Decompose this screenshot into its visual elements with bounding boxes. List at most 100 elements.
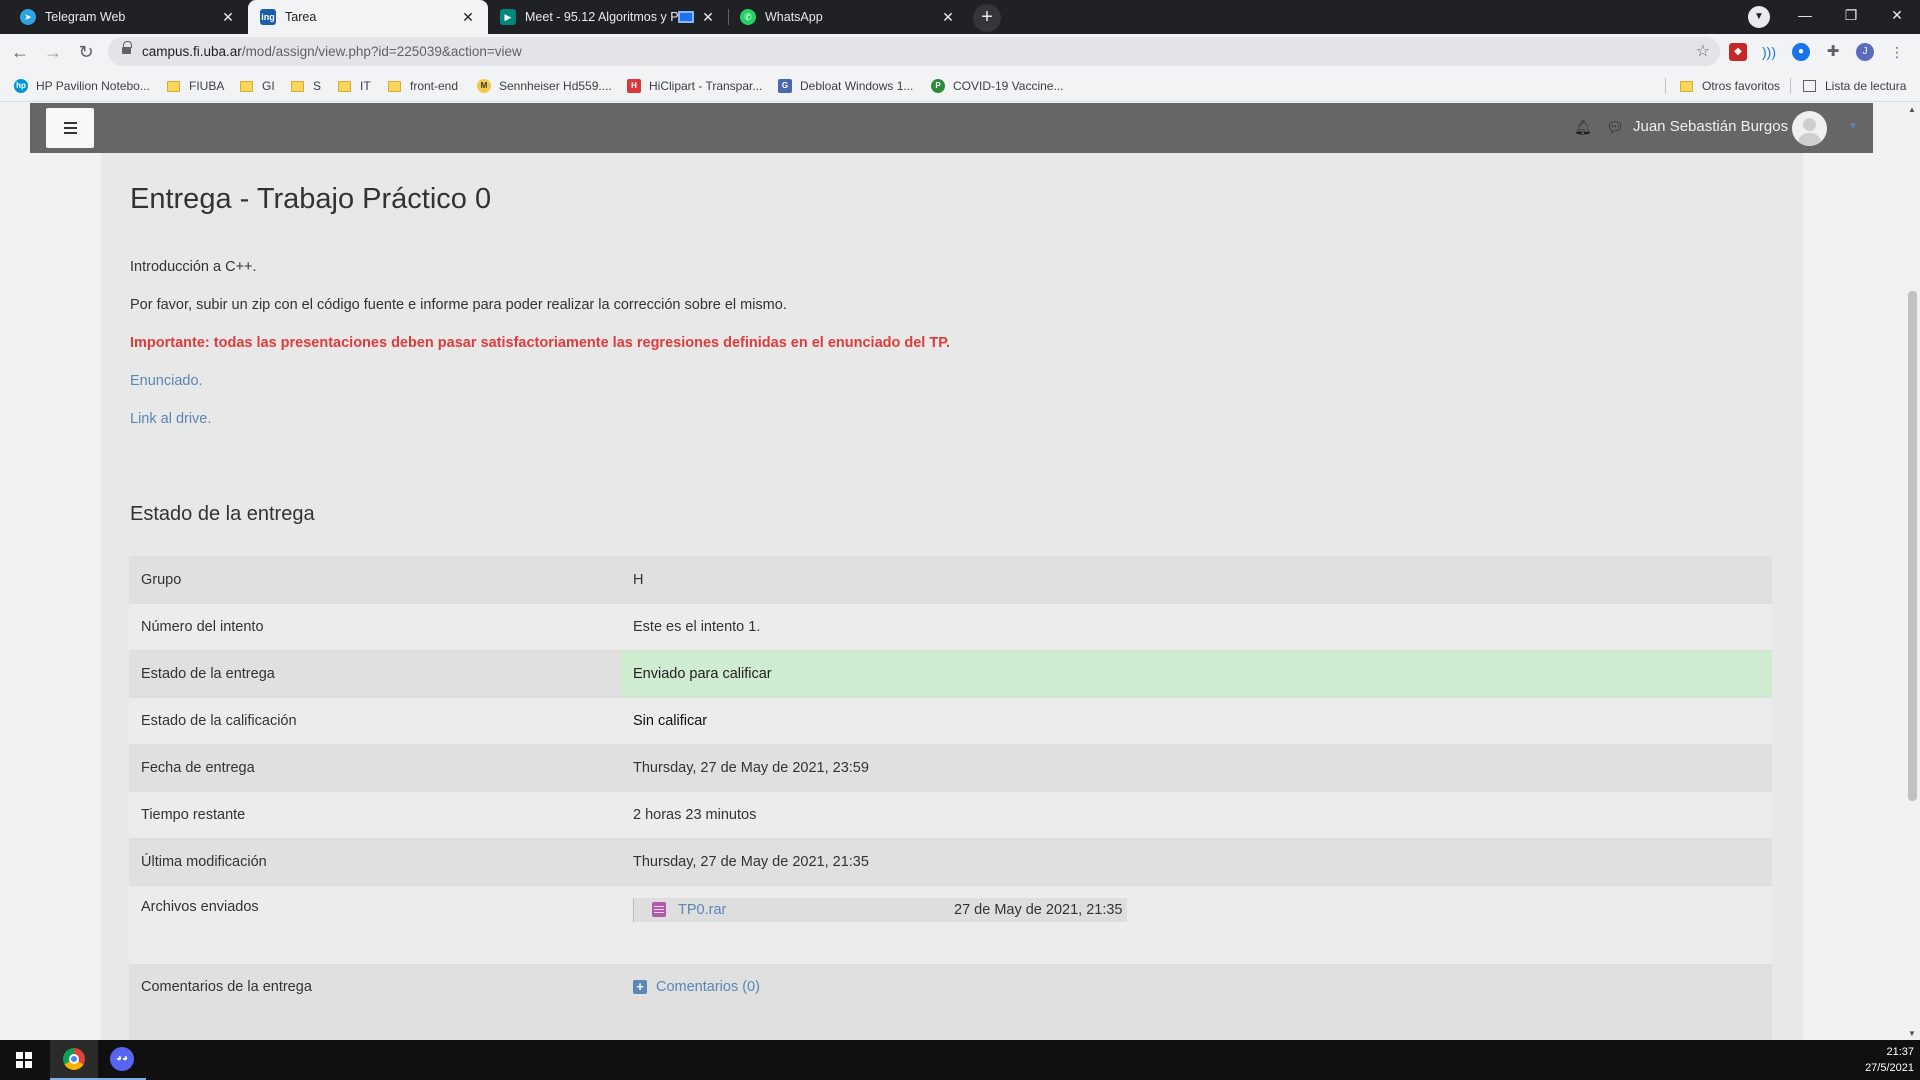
bookmarks-divider xyxy=(1665,78,1666,94)
close-icon[interactable]: ✕ xyxy=(940,9,956,26)
row-label: Número del intento xyxy=(129,603,621,651)
tab-telegram[interactable]: ➤ Telegram Web ✕ xyxy=(8,0,248,34)
scrollbar-thumb[interactable] xyxy=(1908,291,1917,801)
user-menu-name[interactable]: Juan Sebastián Burgos xyxy=(1633,118,1788,135)
table-row: Archivos enviados TP0.rar 27 de May de 2… xyxy=(129,885,1772,965)
important-notice: Importante: todas las presentaciones deb… xyxy=(130,335,951,351)
extension-globe-icon[interactable]: ● xyxy=(1792,43,1810,61)
assignment-instructions: Por favor, subir un zip con el código fu… xyxy=(130,297,787,313)
bookmark-hp[interactable]: hp HP Pavilion Notebo... xyxy=(14,77,150,95)
bookmark-folder-front-end[interactable]: front-end xyxy=(388,77,458,95)
folder-icon xyxy=(291,80,304,92)
bookmark-label: COVID-19 Vaccine... xyxy=(953,79,1064,93)
bookmark-sennheiser[interactable]: M Sennheiser Hd559.... xyxy=(477,77,612,95)
back-icon[interactable]: ← xyxy=(6,38,34,66)
hamburger-icon xyxy=(63,122,77,124)
submitted-file: TP0.rar 27 de May de 2021, 21:35 xyxy=(633,898,1127,922)
assignment-intro: Introducción a C++. xyxy=(130,259,257,275)
folder-icon xyxy=(1680,80,1693,92)
bookmark-folder-s[interactable]: S xyxy=(291,77,321,95)
taskbar-chrome[interactable] xyxy=(50,1040,98,1080)
file-date: 27 de May de 2021, 21:35 xyxy=(954,902,1123,918)
url-path: /mod/assign/view.php?id=225039&action=vi… xyxy=(241,44,522,59)
tab-title: WhatsApp xyxy=(765,10,823,24)
comments-toggle[interactable]: + Comentarios (0) xyxy=(633,979,1760,995)
bookmark-label: S xyxy=(313,79,322,93)
bookmark-folder-it[interactable]: IT xyxy=(338,77,371,95)
submission-status-heading: Estado de la entrega xyxy=(130,503,315,525)
bookmarks-bar: hp HP Pavilion Notebo... FIUBA GI S IT f… xyxy=(0,70,1920,102)
close-icon[interactable]: ✕ xyxy=(220,9,236,26)
window-close-icon[interactable]: ✕ xyxy=(1874,0,1920,34)
bookmark-label: Sennheiser Hd559.... xyxy=(499,79,612,93)
bookmark-hiclipart[interactable]: H HiClipart - Transpar... xyxy=(627,77,762,95)
bookmarks-divider xyxy=(1790,78,1791,94)
scroll-down-icon[interactable]: ▼ xyxy=(1908,1029,1916,1038)
screen-share-icon xyxy=(678,11,694,23)
tab-search-icon[interactable]: ▼ xyxy=(1748,6,1770,28)
drawer-toggle-button[interactable] xyxy=(46,108,94,148)
bookmark-covid[interactable]: P COVID-19 Vaccine... xyxy=(931,77,1063,95)
bookmark-folder-gi[interactable]: GI xyxy=(240,77,275,95)
bookmark-star-icon[interactable]: ☆ xyxy=(1696,41,1710,61)
reading-list[interactable]: Lista de lectura xyxy=(1803,77,1906,95)
tab-whatsapp[interactable]: ✆ WhatsApp ✕ xyxy=(728,0,968,34)
table-row: Fecha de entrega Thursday, 27 de May de … xyxy=(129,744,1772,792)
restore-icon[interactable]: ❐ xyxy=(1828,0,1874,34)
start-button[interactable] xyxy=(0,1040,48,1080)
address-bar[interactable]: campus.fi.uba.ar/mod/assign/view.php?id=… xyxy=(108,37,1720,66)
profile-avatar[interactable]: J xyxy=(1856,43,1874,61)
tab-tarea[interactable]: ing Tarea ✕ xyxy=(248,0,488,34)
new-tab-button[interactable]: + xyxy=(973,4,1001,32)
folder-icon xyxy=(240,80,253,92)
tab-title: Tarea xyxy=(285,10,317,24)
bell-icon[interactable]: 🔔︎ xyxy=(1574,119,1592,136)
bookmark-label: IT xyxy=(360,79,371,93)
page-title: Entrega - Trabajo Práctico 0 xyxy=(130,183,492,215)
menu-kebab-icon[interactable]: ⋮ xyxy=(1888,43,1906,61)
close-icon[interactable]: ✕ xyxy=(700,9,716,26)
submission-status-table: Grupo H Número del intento Este es el in… xyxy=(129,556,1772,1040)
chevron-down-icon[interactable]: ▼ xyxy=(1848,121,1858,132)
hp-icon: hp xyxy=(14,79,28,93)
table-row: Comentarios de la entrega + Comentarios … xyxy=(129,964,1772,1040)
folder-icon xyxy=(167,80,180,92)
close-icon[interactable]: ✕ xyxy=(460,9,476,26)
bookmark-label: HP Pavilion Notebo... xyxy=(36,79,150,93)
drive-link[interactable]: Link al drive. xyxy=(130,411,211,427)
hiclipart-icon: H xyxy=(627,79,641,93)
table-row: Última modificación Thursday, 27 de May … xyxy=(129,838,1772,886)
reload-icon[interactable]: ↻ xyxy=(72,38,100,66)
row-label: Estado de la entrega xyxy=(129,650,621,698)
statement-link[interactable]: Enunciado. xyxy=(130,373,203,389)
page-scrollbar[interactable]: ▲ ▼ xyxy=(1904,103,1920,1040)
bookmark-label: Otros favoritos xyxy=(1702,79,1781,93)
taskbar-discord[interactable]: ◕◕ xyxy=(98,1040,146,1080)
tab-meet[interactable]: ▶ Meet - 95.12 Algoritmos y P... ✕ xyxy=(488,0,728,34)
scroll-up-icon[interactable]: ▲ xyxy=(1908,105,1916,114)
messages-icon[interactable]: 💬︎ xyxy=(1606,119,1624,136)
system-clock[interactable]: 21:37 27/5/2021 xyxy=(1865,1044,1914,1076)
comments-link[interactable]: Comentarios (0) xyxy=(656,979,760,995)
telegram-icon: ➤ xyxy=(20,9,36,25)
row-value: Este es el intento 1. xyxy=(621,603,1772,651)
bookmark-folder-fiuba[interactable]: FIUBA xyxy=(167,77,224,95)
avatar[interactable] xyxy=(1792,111,1827,146)
folder-icon xyxy=(388,80,401,92)
page-viewport: 🔔︎ 💬︎ Juan Sebastián Burgos ▼ Entrega - … xyxy=(0,103,1904,1040)
extensions-puzzle-icon[interactable]: ✚ xyxy=(1824,43,1842,61)
bookmark-debloat[interactable]: G Debloat Windows 1... xyxy=(778,77,913,95)
minimize-icon[interactable]: — xyxy=(1782,0,1828,34)
bookmark-label: FIUBA xyxy=(189,79,225,93)
windows-logo-icon xyxy=(16,1052,32,1068)
whatsapp-icon: ✆ xyxy=(740,9,756,25)
bookmark-other-favorites[interactable]: Otros favoritos xyxy=(1680,77,1780,95)
file-link[interactable]: TP0.rar xyxy=(678,902,726,918)
reading-list-icon xyxy=(1803,80,1816,92)
extension-waves-icon[interactable]: ))) xyxy=(1760,43,1778,61)
row-value: Thursday, 27 de May de 2021, 23:59 xyxy=(621,744,1772,792)
forward-icon[interactable]: → xyxy=(39,38,67,66)
table-row: Grupo H xyxy=(129,556,1772,604)
row-label: Estado de la calificación xyxy=(129,697,621,745)
extension-shield-icon[interactable]: ◆ xyxy=(1729,43,1747,61)
